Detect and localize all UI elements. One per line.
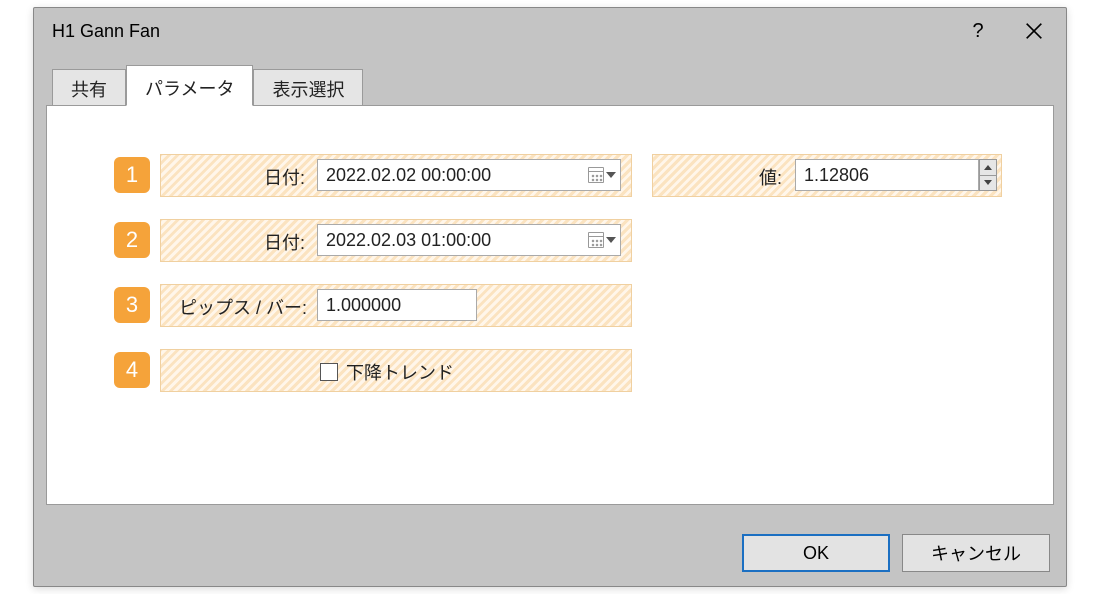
label-value: 値: bbox=[750, 164, 782, 190]
date-input-1-value: 2022.02.02 00:00:00 bbox=[326, 165, 491, 185]
cancel-button[interactable]: キャンセル bbox=[902, 534, 1050, 572]
tab-display[interactable]: 表示選択 bbox=[253, 69, 363, 106]
badge-2: 2 bbox=[114, 222, 150, 258]
chevron-down-icon bbox=[606, 172, 616, 178]
help-button[interactable]: ? bbox=[950, 8, 1006, 54]
label-date-1: 日付: bbox=[241, 164, 305, 190]
window-title: H1 Gann Fan bbox=[52, 21, 160, 42]
value-spin-up[interactable] bbox=[979, 159, 997, 176]
calendar-icon bbox=[588, 167, 604, 183]
value-spin-down[interactable] bbox=[979, 176, 997, 192]
downtrend-checkbox-wrap: 下降トレンド bbox=[320, 359, 454, 385]
date-input-1[interactable]: 2022.02.02 00:00:00 bbox=[317, 159, 621, 191]
label-pips-per-bar: ピップス / バー: bbox=[167, 294, 307, 320]
downtrend-checkbox[interactable] bbox=[320, 363, 338, 381]
footer-buttons: OK キャンセル bbox=[742, 534, 1050, 572]
chevron-up-icon bbox=[984, 165, 992, 170]
chevron-down-icon bbox=[606, 237, 616, 243]
date-picker-1-button[interactable] bbox=[588, 167, 616, 183]
close-button[interactable] bbox=[1006, 8, 1062, 54]
date-input-2[interactable]: 2022.02.03 01:00:00 bbox=[317, 224, 621, 256]
chevron-down-icon bbox=[984, 180, 992, 185]
ok-button[interactable]: OK bbox=[742, 534, 890, 572]
value-spinner bbox=[979, 159, 997, 191]
downtrend-label: 下降トレンド bbox=[346, 359, 454, 385]
date-input-2-value: 2022.02.03 01:00:00 bbox=[326, 230, 491, 250]
tabs-row: 共有 パラメータ 表示選択 bbox=[52, 68, 1054, 106]
pips-per-bar-input[interactable]: 1.000000 bbox=[317, 289, 477, 321]
titlebar-buttons: ? bbox=[950, 8, 1062, 54]
value-input[interactable]: 1.12806 bbox=[795, 159, 979, 191]
badge-3: 3 bbox=[114, 287, 150, 323]
pips-per-bar-value: 1.000000 bbox=[326, 295, 401, 315]
tab-share[interactable]: 共有 bbox=[52, 69, 126, 106]
tab-panel-parameters: 1 日付: 2022.02.02 00:00:00 値: 1.12806 2 日… bbox=[46, 105, 1054, 505]
calendar-icon bbox=[588, 232, 604, 248]
tab-parameters[interactable]: パラメータ bbox=[126, 65, 253, 106]
badge-4: 4 bbox=[114, 352, 150, 388]
dialog-window: H1 Gann Fan ? 共有 パラメータ 表示選択 1 日付: 2022.0… bbox=[33, 7, 1067, 587]
value-input-text: 1.12806 bbox=[804, 165, 869, 185]
badge-1: 1 bbox=[114, 157, 150, 193]
date-picker-2-button[interactable] bbox=[588, 232, 616, 248]
titlebar: H1 Gann Fan ? bbox=[34, 8, 1066, 54]
label-date-2: 日付: bbox=[241, 229, 305, 255]
close-icon bbox=[1025, 22, 1043, 40]
content-area: 共有 パラメータ 表示選択 1 日付: 2022.02.02 00:00:00 … bbox=[46, 68, 1054, 505]
